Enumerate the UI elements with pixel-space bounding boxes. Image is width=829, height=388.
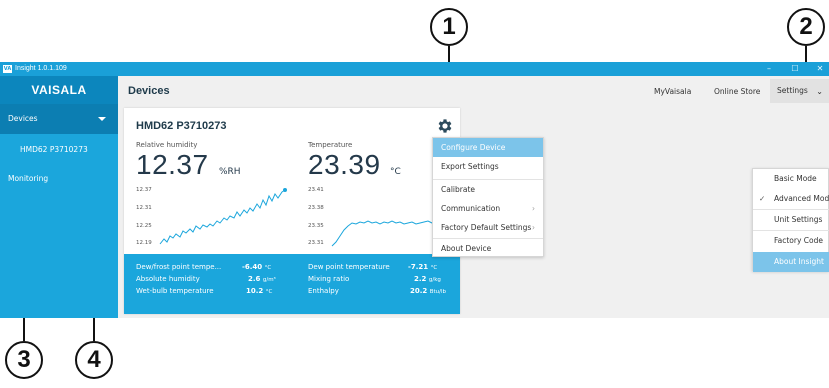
rh-sparkline xyxy=(159,188,287,245)
app-logo: VA xyxy=(3,65,12,73)
insight-window: VA Insight 1.0.1.109 – ☐ ✕ VAISALA Devic… xyxy=(0,62,829,318)
temp-unit: °C xyxy=(390,167,401,177)
annotated-screenshot: 1 2 3 4 VA Insight 1.0.1.109 – ☐ ✕ VAISA… xyxy=(0,0,829,388)
rh-tick-1: 12.37 xyxy=(136,187,152,193)
callout-2-number: 2 xyxy=(799,13,813,40)
chevron-down-icon: ⌄ xyxy=(816,87,823,96)
page-title: Devices xyxy=(128,85,170,97)
sidebar-item-device[interactable]: HMD62 P3710273 xyxy=(0,134,118,166)
rh-value: 12.37 xyxy=(136,149,209,180)
stat-label: Mixing ratio xyxy=(308,275,350,283)
minimize-button[interactable]: – xyxy=(757,62,781,76)
callout-1-number: 1 xyxy=(442,13,456,40)
rh-unit: %RH xyxy=(219,167,241,177)
checkmark-icon: ✓ xyxy=(759,194,766,203)
stat-label: Enthalpy xyxy=(308,287,339,295)
online-store-link[interactable]: Online Store xyxy=(714,87,760,96)
stat-number: -7.21 xyxy=(408,263,429,271)
device-name: HMD62 P3710273 xyxy=(136,120,227,132)
settings-menu: Basic Mode ✓ Advanced Mode Unit Settings… xyxy=(752,168,829,272)
gear-icon[interactable] xyxy=(436,117,454,135)
stat-value: 2.6 g/m³ xyxy=(248,275,276,283)
stat-label: Dew/frost point tempe... xyxy=(136,263,222,271)
stat-number: 10.2 xyxy=(246,287,264,295)
stat-unit: Btu/lb xyxy=(429,289,447,295)
stat-label: Wet-bulb temperature xyxy=(136,287,214,295)
derived-values-panel: Dew/frost point tempe... -6.40 °C Absolu… xyxy=(124,254,460,314)
stat-unit: g/m³ xyxy=(262,277,276,283)
device-card: HMD62 P3710273 Relative humidity 12.37 %… xyxy=(124,108,460,314)
top-navigation: Devices MyVaisala Online Store Settings … xyxy=(118,76,829,106)
menu-item-factory-default-label: Factory Default Settings xyxy=(441,223,532,232)
title-bar: VA Insight 1.0.1.109 – ☐ ✕ xyxy=(0,62,829,76)
vaisala-logo: VAISALA xyxy=(0,76,118,104)
stat-number: 2.6 xyxy=(248,275,261,283)
stat-label: Dew point temperature xyxy=(308,263,390,271)
sidebar-item-devices-label: Devices xyxy=(8,114,38,123)
stat-label: Absolute humidity xyxy=(136,275,200,283)
stat-unit: °C xyxy=(264,265,272,271)
maximize-button[interactable]: ☐ xyxy=(783,62,807,76)
stat-value: 10.2 °C xyxy=(246,287,272,295)
callout-3-number: 3 xyxy=(17,346,31,373)
rh-tick-3: 12.25 xyxy=(136,223,152,229)
menu-item-about-insight[interactable]: About Insight xyxy=(753,252,829,272)
temp-tick-3: 23.35 xyxy=(308,223,324,229)
myvaisala-link[interactable]: MyVaisala xyxy=(654,87,691,96)
menu-item-advanced-mode-label: Advanced Mode xyxy=(774,194,829,203)
sidebar-item-monitoring[interactable]: Monitoring xyxy=(0,166,118,194)
stat-unit: °C xyxy=(430,265,438,271)
stat-unit: g/kg xyxy=(428,277,441,283)
window-title: Insight 1.0.1.109 xyxy=(15,65,67,72)
stat-unit: °C xyxy=(265,289,273,295)
rh-label: Relative humidity xyxy=(136,141,198,149)
stat-value: 20.2 Btu/lb xyxy=(410,287,446,295)
stat-number: 20.2 xyxy=(410,287,428,295)
settings-label: Settings xyxy=(777,86,808,95)
menu-item-about-device[interactable]: About Device xyxy=(433,239,543,258)
menu-item-calibrate[interactable]: Calibrate xyxy=(433,180,543,199)
sidebar-item-devices[interactable]: Devices xyxy=(0,104,118,134)
menu-item-basic-mode[interactable]: Basic Mode xyxy=(753,169,829,189)
temp-tick-1: 23.41 xyxy=(308,187,324,193)
rh-tick-4: 12.19 xyxy=(136,240,152,246)
callout-4-number: 4 xyxy=(87,346,101,373)
temp-value: 23.39 xyxy=(308,149,381,180)
caret-down-icon xyxy=(98,117,106,121)
stat-number: 2.2 xyxy=(414,275,427,283)
menu-item-communication-label: Communication xyxy=(441,204,501,213)
settings-button[interactable]: Settings ⌄ xyxy=(770,79,829,103)
stat-value: -6.40 °C xyxy=(242,263,271,271)
stat-value: 2.2 g/kg xyxy=(414,275,441,283)
stat-value: -7.21 °C xyxy=(408,263,437,271)
chevron-right-icon: › xyxy=(532,204,535,213)
chevron-right-icon: › xyxy=(532,223,535,232)
rh-tick-2: 12.31 xyxy=(136,205,152,211)
device-menu: Configure Device Export Settings Calibra… xyxy=(432,137,544,257)
menu-item-advanced-mode[interactable]: ✓ Advanced Mode xyxy=(753,189,829,209)
menu-item-factory-code[interactable]: Factory Code xyxy=(753,231,829,251)
menu-item-configure-device[interactable]: Configure Device xyxy=(433,138,543,157)
menu-item-factory-default-settings[interactable]: Factory Default Settings › xyxy=(433,218,543,237)
stat-number: -6.40 xyxy=(242,263,263,271)
temp-tick-2: 23.38 xyxy=(308,205,324,211)
callout-1: 1 xyxy=(430,8,468,46)
close-button[interactable]: ✕ xyxy=(808,62,829,76)
callout-2: 2 xyxy=(787,8,825,46)
menu-item-export-settings[interactable]: Export Settings xyxy=(433,157,543,176)
menu-item-communication[interactable]: Communication › xyxy=(433,199,543,218)
temp-tick-4: 23.31 xyxy=(308,240,324,246)
menu-item-unit-settings[interactable]: Unit Settings xyxy=(753,210,829,230)
callout-3: 3 xyxy=(5,341,43,379)
sidebar: VAISALA Devices HMD62 P3710273 Monitorin… xyxy=(0,76,118,318)
callout-4: 4 xyxy=(75,341,113,379)
temp-label: Temperature xyxy=(308,141,353,149)
